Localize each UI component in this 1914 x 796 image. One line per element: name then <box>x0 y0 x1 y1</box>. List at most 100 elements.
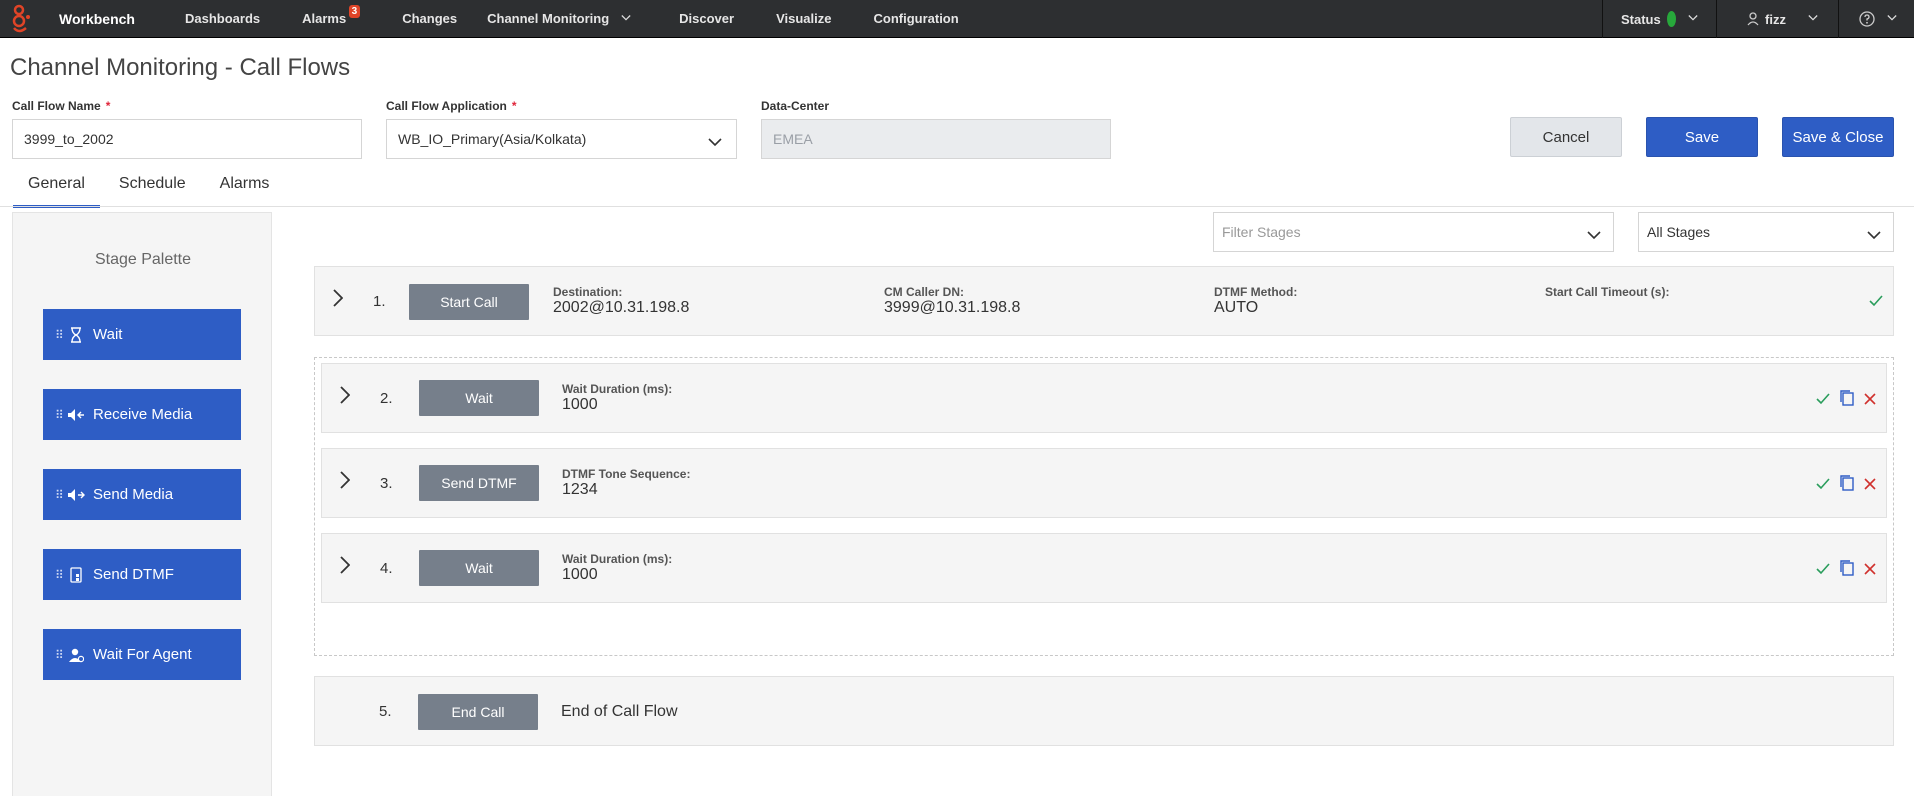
stage-wait-button[interactable]: Wait <box>419 380 539 416</box>
nav-configuration[interactable]: Configuration <box>873 0 958 38</box>
palette-wait-button[interactable]: ⠿ Wait <box>43 309 241 360</box>
speaker-out-icon <box>65 488 87 502</box>
stage-actions <box>1816 390 1876 411</box>
drag-handle-icon[interactable]: ⠿ <box>55 328 65 342</box>
help-menu[interactable] <box>1838 0 1914 38</box>
delete-icon[interactable] <box>1864 562 1876 580</box>
nav-channel-monitoring-label: Channel Monitoring <box>487 11 610 26</box>
stage-number: 3. <box>380 475 393 492</box>
palette-receive-media-button[interactable]: ⠿ Receive Media <box>43 389 241 440</box>
copy-icon[interactable] <box>1840 390 1854 411</box>
status-menu[interactable]: Status <box>1602 0 1716 38</box>
end-call-description: End of Call Flow <box>561 703 678 720</box>
copy-icon[interactable] <box>1840 475 1854 496</box>
chevron-right-icon[interactable] <box>340 471 351 494</box>
chevron-down-icon <box>1867 227 1881 243</box>
call-flow-name-value: 3999_to_2002 <box>24 131 114 147</box>
nav-discover[interactable]: Discover <box>679 0 734 38</box>
chevron-down-icon <box>1808 14 1818 24</box>
destination-value: 2002@10.31.198.8 <box>553 299 690 316</box>
filter-stages-select[interactable]: Filter Stages <box>1213 212 1614 252</box>
chevron-down-icon <box>1688 14 1698 24</box>
cancel-button[interactable]: Cancel <box>1510 117 1622 157</box>
call-flow-name-input[interactable]: 3999_to_2002 <box>12 119 362 159</box>
dtmf-tone-sequence-value: 1234 <box>562 481 598 498</box>
chevron-down-icon <box>1887 14 1897 24</box>
stage-actions <box>1816 560 1876 581</box>
stage-wait-button[interactable]: Wait <box>419 550 539 586</box>
tab-general[interactable]: General <box>13 168 100 208</box>
tab-alarms[interactable]: Alarms <box>205 168 285 208</box>
chevron-down-icon <box>708 134 722 150</box>
palette-wait-for-agent-button[interactable]: ⠿ Wait For Agent <box>43 629 241 680</box>
drag-handle-icon[interactable]: ⠿ <box>55 488 65 502</box>
check-icon[interactable] <box>1869 294 1883 312</box>
stage-start-call-button[interactable]: Start Call <box>409 284 529 320</box>
nav-changes[interactable]: Changes <box>402 0 457 38</box>
data-center-value: EMEA <box>773 131 813 147</box>
user-icon <box>1747 12 1759 26</box>
chevron-right-icon[interactable] <box>340 556 351 579</box>
stage-actions <box>1869 294 1883 312</box>
destination-label: Destination: <box>553 285 623 299</box>
cm-caller-dn-value: 3999@10.31.198.8 <box>884 299 1021 316</box>
nav-dashboards[interactable]: Dashboards <box>185 0 260 38</box>
check-icon[interactable] <box>1816 562 1830 580</box>
stage-scope-select[interactable]: All Stages <box>1638 212 1894 252</box>
call-flow-name-label-text: Call Flow Name <box>12 99 101 113</box>
chevron-right-icon[interactable] <box>340 386 351 409</box>
call-flow-application-label-text: Call Flow Application <box>386 99 507 113</box>
dtmf-tone-sequence-label: DTMF Tone Sequence: <box>562 467 691 481</box>
palette-item-label: Wait For Agent <box>93 646 192 663</box>
stage-row-end-call: 5. End Call End of Call Flow <box>314 676 1894 746</box>
delete-icon[interactable] <box>1864 392 1876 410</box>
call-flow-application-select[interactable]: WB_IO_Primary(Asia/Kolkata) <box>386 119 737 159</box>
tab-divider <box>0 206 1914 207</box>
check-icon[interactable] <box>1816 477 1830 495</box>
stage-row-wait: 2. Wait Wait Duration (ms): 1000 <box>321 363 1887 433</box>
user-name: fizz <box>1765 11 1786 27</box>
tab-bar: General Schedule Alarms <box>13 168 288 208</box>
nav-alarms[interactable]: Alarms 3 <box>302 0 361 38</box>
data-center-input: EMEA <box>761 119 1111 159</box>
drag-handle-icon[interactable]: ⠿ <box>55 568 65 582</box>
nav-channel-monitoring[interactable]: Channel Monitoring <box>487 0 631 38</box>
required-mark: * <box>105 99 111 113</box>
save-button[interactable]: Save <box>1646 117 1758 157</box>
wait-duration-value: 1000 <box>562 566 598 583</box>
dtmf-method-value: AUTO <box>1214 299 1259 316</box>
stage-actions <box>1816 475 1876 496</box>
keypad-icon <box>65 566 87 583</box>
palette-send-dtmf-button[interactable]: ⠿ Send DTMF <box>43 549 241 600</box>
stage-end-call-button[interactable]: End Call <box>418 694 538 730</box>
start-call-timeout-label: Start Call Timeout (s): <box>1545 285 1670 299</box>
tab-schedule[interactable]: Schedule <box>104 168 201 208</box>
stage-palette-title: Stage Palette <box>94 251 192 268</box>
copy-icon[interactable] <box>1840 560 1854 581</box>
palette-send-media-button[interactable]: ⠿ Send Media <box>43 469 241 520</box>
check-icon[interactable] <box>1816 392 1830 410</box>
call-flow-application-label: Call Flow Application * <box>386 99 517 113</box>
wait-duration-label: Wait Duration (ms): <box>562 552 673 566</box>
status-label: Status <box>1621 11 1661 27</box>
data-center-label: Data-Center <box>761 99 830 113</box>
hourglass-icon <box>65 326 87 343</box>
nav-right-group: Status fizz <box>1602 0 1914 38</box>
brand-title[interactable]: Workbench <box>59 11 135 27</box>
palette-item-label: Send Media <box>93 486 174 503</box>
stage-row-wait: 4. Wait Wait Duration (ms): 1000 <box>321 533 1887 603</box>
user-menu[interactable]: fizz <box>1716 0 1838 38</box>
stage-send-dtmf-button[interactable]: Send DTMF <box>419 465 539 501</box>
delete-icon[interactable] <box>1864 477 1876 495</box>
drag-handle-icon[interactable]: ⠿ <box>55 408 65 422</box>
filter-stages-placeholder: Filter Stages <box>1222 224 1301 240</box>
status-ok-icon <box>1666 11 1676 27</box>
speaker-in-icon <box>65 408 87 422</box>
genesys-logo-icon[interactable] <box>0 0 44 38</box>
drag-handle-icon[interactable]: ⠿ <box>55 648 65 662</box>
palette-item-label: Receive Media <box>93 406 193 423</box>
save-close-button[interactable]: Save & Close <box>1782 117 1894 157</box>
stage-number: 1. <box>373 293 386 310</box>
nav-visualize[interactable]: Visualize <box>776 0 831 38</box>
chevron-right-icon[interactable] <box>333 289 344 312</box>
